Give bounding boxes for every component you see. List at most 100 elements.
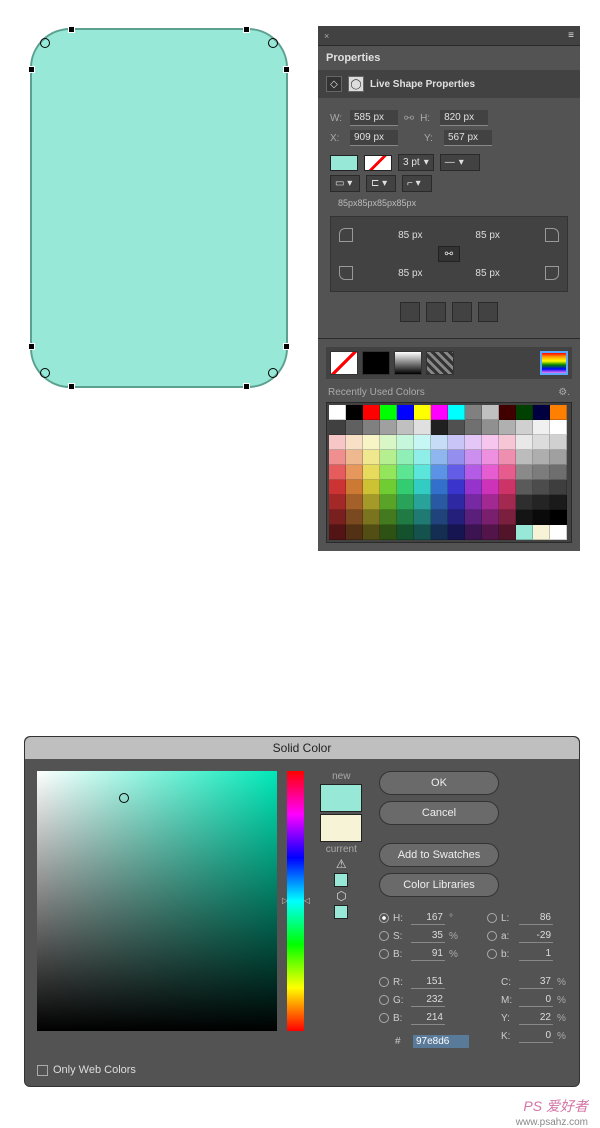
swatch[interactable]	[363, 495, 380, 510]
add-swatches-button[interactable]: Add to Swatches	[379, 843, 499, 867]
rounded-rectangle[interactable]	[30, 28, 288, 388]
swatch[interactable]	[431, 525, 448, 540]
swatch[interactable]	[550, 420, 567, 435]
link-corners-icon[interactable]: ⚯	[438, 246, 460, 262]
swatch[interactable]	[397, 495, 414, 510]
swatch[interactable]	[533, 465, 550, 480]
warning-icon[interactable]: ⚠	[336, 857, 347, 871]
fill-swatch[interactable]	[330, 155, 358, 171]
b-radio[interactable]	[379, 949, 389, 959]
r-radio[interactable]	[379, 977, 389, 987]
swatch[interactable]	[499, 465, 516, 480]
bl-corner-icon[interactable]	[339, 266, 353, 280]
swatch[interactable]	[414, 435, 431, 450]
swatch[interactable]	[363, 465, 380, 480]
swatch[interactable]	[550, 450, 567, 465]
swatch[interactable]	[346, 435, 363, 450]
swatch[interactable]	[380, 495, 397, 510]
s-field[interactable]	[411, 929, 445, 943]
anchor-point[interactable]	[68, 383, 75, 390]
swatch[interactable]	[363, 480, 380, 495]
stroke-swatch[interactable]	[364, 155, 392, 171]
swatch[interactable]	[465, 465, 482, 480]
swatch[interactable]	[414, 450, 431, 465]
swatch[interactable]	[550, 435, 567, 450]
swatch[interactable]	[380, 465, 397, 480]
swatch[interactable]	[516, 480, 533, 495]
swatch[interactable]	[516, 465, 533, 480]
swatch[interactable]	[499, 450, 516, 465]
swatch[interactable]	[329, 420, 346, 435]
current-color-preview[interactable]	[320, 814, 362, 842]
swatch[interactable]	[329, 450, 346, 465]
swatch[interactable]	[482, 465, 499, 480]
swatch[interactable]	[516, 495, 533, 510]
swatch[interactable]	[533, 420, 550, 435]
swatch[interactable]	[499, 525, 516, 540]
swatch[interactable]	[465, 525, 482, 540]
link-wh-icon[interactable]: ⚯	[404, 111, 414, 125]
swatch[interactable]	[516, 510, 533, 525]
swatch[interactable]	[448, 420, 465, 435]
swatch[interactable]	[380, 420, 397, 435]
y-field[interactable]	[444, 130, 492, 146]
tl-corner-field[interactable]: 85 px	[390, 230, 430, 241]
color-field-cursor[interactable]	[119, 793, 129, 803]
swatch[interactable]	[448, 450, 465, 465]
swatch[interactable]	[346, 450, 363, 465]
stroke-weight-dropdown[interactable]: 3 pt ▾	[398, 154, 434, 171]
swatch[interactable]	[329, 510, 346, 525]
swatch[interactable]	[329, 405, 346, 420]
corner-handle[interactable]	[268, 38, 278, 48]
swatch[interactable]	[465, 435, 482, 450]
swatch[interactable]	[397, 420, 414, 435]
anchor-point[interactable]	[68, 26, 75, 33]
width-field[interactable]	[350, 110, 398, 126]
hue-marker[interactable]: ▷◁	[282, 896, 310, 905]
b-field[interactable]	[411, 947, 445, 961]
r-field[interactable]	[411, 975, 445, 989]
color-field[interactable]	[37, 771, 277, 1031]
cube-icon[interactable]: ⬡	[336, 889, 346, 903]
color-picker-icon[interactable]	[540, 351, 568, 375]
swatch[interactable]	[363, 435, 380, 450]
swatch[interactable]	[448, 480, 465, 495]
color-libraries-button[interactable]: Color Libraries	[379, 873, 499, 897]
tr-corner-icon[interactable]	[545, 228, 559, 242]
x-field[interactable]	[350, 130, 398, 146]
anchor-point[interactable]	[243, 26, 250, 33]
swatch[interactable]	[329, 435, 346, 450]
swatch[interactable]	[482, 420, 499, 435]
stroke-corner-dropdown[interactable]: ⌐ ▾	[402, 175, 432, 192]
swatch[interactable]	[465, 495, 482, 510]
swatch[interactable]	[448, 435, 465, 450]
pattern-fill-icon[interactable]	[426, 351, 454, 375]
k-field[interactable]	[519, 1029, 553, 1043]
bl-corner-field[interactable]: 85 px	[390, 268, 430, 279]
swatch[interactable]	[516, 420, 533, 435]
swatch[interactable]	[431, 480, 448, 495]
L-field[interactable]	[519, 911, 553, 925]
swatch[interactable]	[397, 510, 414, 525]
swatch[interactable]	[431, 420, 448, 435]
swatch[interactable]	[482, 480, 499, 495]
swatch[interactable]	[346, 405, 363, 420]
swatch[interactable]	[329, 480, 346, 495]
swatch[interactable]	[346, 480, 363, 495]
swatch[interactable]	[363, 405, 380, 420]
br-corner-field[interactable]: 85 px	[468, 268, 508, 279]
swatch[interactable]	[363, 420, 380, 435]
intersect-icon[interactable]	[452, 302, 472, 322]
swatch[interactable]	[465, 405, 482, 420]
swatch[interactable]	[448, 510, 465, 525]
swatch[interactable]	[397, 480, 414, 495]
swatch[interactable]	[499, 510, 516, 525]
tr-corner-field[interactable]: 85 px	[468, 230, 508, 241]
solid-fill-icon[interactable]	[362, 351, 390, 375]
swatch[interactable]	[448, 405, 465, 420]
swatch[interactable]	[363, 510, 380, 525]
anchor-point[interactable]	[283, 343, 290, 350]
anchor-point[interactable]	[283, 66, 290, 73]
cancel-button[interactable]: Cancel	[379, 801, 499, 825]
swatch[interactable]	[465, 510, 482, 525]
